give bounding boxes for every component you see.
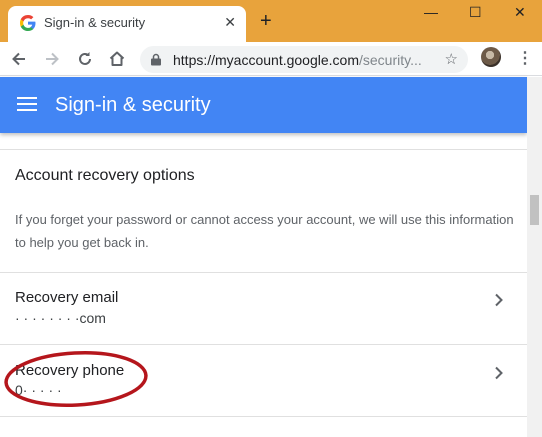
recovery-email-row[interactable]: Recovery email · · · · · · · ·com <box>0 273 527 345</box>
title-bar: Sign-in & security ✕ + — ☐ ✕ <box>0 0 542 42</box>
hamburger-menu-icon[interactable] <box>17 97 37 111</box>
url-path: /security... <box>359 52 422 68</box>
section-description: If you forget your password or cannot ac… <box>15 212 514 250</box>
back-arrow-icon[interactable] <box>9 49 29 69</box>
maximize-button[interactable]: ☐ <box>469 4 482 21</box>
recovery-phone-label: Recovery phone <box>15 362 125 379</box>
chevron-right-icon <box>495 293 503 307</box>
reload-icon[interactable] <box>75 49 95 69</box>
browser-menu-icon[interactable]: ⋮ <box>517 48 533 68</box>
home-icon[interactable] <box>107 49 127 69</box>
page-title: Sign-in & security <box>55 94 211 116</box>
recovery-phone-value: 0· · · · · <box>15 382 62 398</box>
tab-close-icon[interactable]: ✕ <box>224 14 236 31</box>
forward-arrow-icon[interactable] <box>42 49 62 69</box>
lock-icon <box>151 53 161 66</box>
new-tab-button[interactable]: + <box>260 11 272 31</box>
browser-tab[interactable]: Sign-in & security ✕ <box>8 6 246 42</box>
address-bar[interactable]: https://myaccount.google.com/security...… <box>140 46 468 73</box>
bookmark-star-icon[interactable]: ☆ <box>445 50 458 68</box>
recovery-phone-row[interactable]: Recovery phone 0· · · · · <box>0 345 527 417</box>
scrollbar-thumb[interactable] <box>530 195 539 225</box>
browser-toolbar: https://myaccount.google.com/security...… <box>0 42 542 76</box>
google-favicon-icon <box>20 15 36 31</box>
scrollbar-track[interactable] <box>527 77 542 437</box>
recovery-email-value: · · · · · · · ·com <box>15 310 106 326</box>
url-text: https://myaccount.google.com/security... <box>173 52 422 68</box>
divider <box>0 416 527 417</box>
app-header: Sign-in & security <box>0 77 527 133</box>
recovery-email-label: Recovery email <box>15 289 119 306</box>
chevron-right-icon <box>495 366 503 380</box>
minimize-button[interactable]: — <box>424 4 438 20</box>
window-close-button[interactable]: ✕ <box>514 4 526 21</box>
tab-title: Sign-in & security <box>44 15 146 30</box>
url-host: https://myaccount.google.com <box>173 52 359 68</box>
profile-avatar[interactable] <box>481 47 501 67</box>
section-title: Account recovery options <box>15 167 195 184</box>
